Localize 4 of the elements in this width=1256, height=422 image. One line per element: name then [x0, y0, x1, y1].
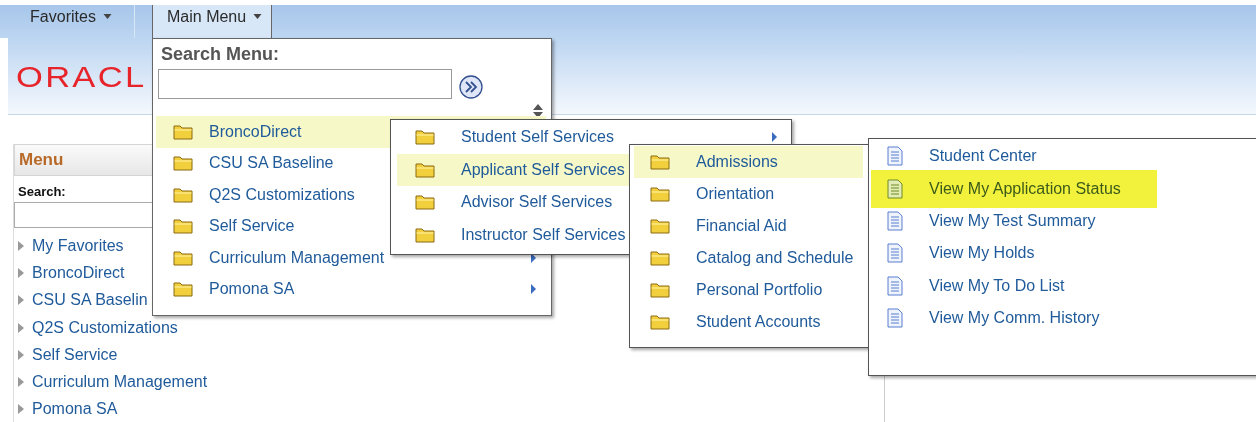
panel-title: Menu — [19, 150, 64, 170]
search-label: Search Menu: — [161, 44, 281, 65]
logo: ORACL — [16, 60, 147, 94]
search-label: Search: — [18, 184, 66, 199]
